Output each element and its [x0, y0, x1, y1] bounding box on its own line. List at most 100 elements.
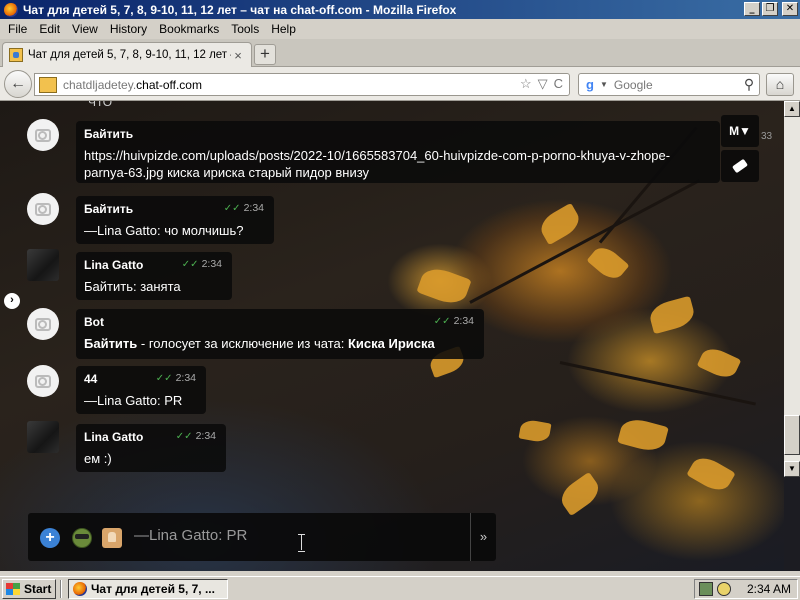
read-check-icon: ✓✓ — [223, 203, 241, 214]
window-title-bar: Чат для детей 5, 7, 8, 9-10, 11, 12 лет … — [0, 0, 800, 19]
vertical-scrollbar[interactable]: ▲ ▼ — [784, 101, 800, 477]
message-time: 2:34 — [453, 315, 474, 327]
menu-help[interactable]: Help — [265, 22, 302, 36]
clear-chat-button[interactable] — [721, 150, 759, 182]
side-tools: M▼ — [721, 115, 759, 185]
message-bubble: Bot ✓✓ 2:34 Байтить - голосует за исключе… — [76, 309, 484, 359]
read-check-icon: ✓✓ — [181, 259, 199, 270]
attach-plus-icon[interactable]: + — [40, 528, 60, 548]
search-bar[interactable]: g ▼ Google ⚲ — [578, 73, 760, 96]
windows-logo-icon — [6, 583, 20, 595]
navigation-bar: ← chatdljadetey. chat-off.com ☆ ▽ C g ▼ G… — [0, 67, 800, 101]
message-composer: + —Lina Gatto: PR » — [28, 513, 496, 561]
bookmark-star-icon[interactable]: ☆ — [520, 76, 532, 92]
vote-user[interactable]: Байтить — [84, 336, 137, 351]
partial-message-text: ЧТО — [88, 101, 113, 109]
message-bubble: 44 ✓✓ 2:34 —Lina Gatto: PR — [76, 366, 206, 414]
message-time: 2:34 — [175, 372, 196, 384]
url-host: chat-off.com — [136, 77, 202, 92]
read-check-icon: ✓✓ — [155, 373, 173, 384]
tab-chat[interactable]: Чат для детей 5, 7, 8, 9-10, 11, 12 лет … — [2, 42, 252, 67]
menu-view[interactable]: View — [66, 22, 104, 36]
message-bubble: Байтить https://huivpizde.com/uploads/po… — [76, 121, 720, 183]
message-time: 2:34 — [243, 202, 264, 214]
message-time: 2:34 — [201, 258, 222, 270]
system-tray: 2:34 AM — [694, 579, 798, 599]
taskbar: Start Чат для детей 5, 7, ... 2:34 AM — [0, 576, 800, 600]
volume-icon[interactable] — [717, 582, 731, 596]
site-favicon-icon — [9, 48, 23, 62]
message-text: —Lina Gatto: PR — [84, 393, 183, 408]
menu-edit[interactable]: Edit — [33, 22, 66, 36]
user-photo-avatar[interactable] — [27, 421, 59, 453]
maximize-button[interactable]: ❐ — [762, 2, 778, 16]
site-identity-icon[interactable] — [39, 76, 57, 93]
new-tab-button[interactable]: + — [254, 44, 276, 65]
message-author[interactable]: Bot — [84, 315, 476, 329]
page-background-strip — [784, 477, 800, 571]
message-text: https://huivpizde.com/uploads/posts/2022… — [84, 148, 671, 180]
engine-dropdown-icon[interactable]: ▼ — [600, 80, 608, 89]
start-button[interactable]: Start — [2, 579, 56, 599]
eraser-icon — [731, 158, 749, 174]
read-check-icon: ✓✓ — [433, 316, 451, 327]
message-text: —Lina Gatto: чо молчишь? — [84, 223, 244, 238]
message-text: Байтить: занята — [84, 279, 181, 294]
window-controls: _ ❐ ✕ — [744, 2, 798, 16]
start-label: Start — [24, 582, 52, 596]
default-avatar-icon[interactable] — [27, 308, 59, 340]
url-dropdown-icon[interactable]: ▽ — [538, 76, 548, 92]
vote-target[interactable]: Киска Ириска — [348, 336, 435, 351]
home-button[interactable]: ⌂ — [766, 73, 794, 96]
mode-dropdown-button[interactable]: M▼ — [721, 115, 759, 147]
message-author[interactable]: Байтить — [84, 127, 712, 141]
menu-history[interactable]: History — [104, 22, 153, 36]
private-lock-icon[interactable] — [102, 528, 122, 548]
scroll-thumb[interactable] — [784, 415, 800, 455]
text-cursor-icon — [298, 534, 306, 552]
message-time: 2:34 — [195, 430, 216, 442]
message-time: 33 — [761, 131, 773, 142]
message-bubble: Lina Gatto ✓✓ 2:34 Байтить: занята — [76, 252, 232, 300]
url-subdomain: chatdljadetey. — [63, 77, 137, 92]
close-button[interactable]: ✕ — [782, 2, 798, 16]
vote-text: - голосует за исключение из чата: — [137, 336, 348, 351]
message-bubble: Lina Gatto ✓✓ 2:34 ем :) — [76, 424, 226, 472]
tab-close-icon[interactable]: × — [231, 48, 245, 63]
menu-bar: File Edit View History Bookmarks Tools H… — [0, 19, 800, 39]
taskbar-item-firefox[interactable]: Чат для детей 5, 7, ... — [68, 579, 228, 599]
url-bar[interactable]: chatdljadetey. chat-off.com ☆ ▽ C — [34, 73, 570, 96]
chat-page: ЧТО Байтить https://huivpizde.com/upload… — [0, 101, 784, 571]
window-title: Чат для детей 5, 7, 8, 9-10, 11, 12 лет … — [23, 2, 457, 17]
scroll-down-icon[interactable]: ▼ — [784, 461, 800, 477]
read-check-icon: ✓✓ — [175, 431, 193, 442]
taskbar-item-label: Чат для детей 5, 7, ... — [91, 582, 215, 596]
network-icon[interactable] — [699, 582, 713, 596]
firefox-logo-icon — [73, 582, 87, 596]
user-photo-avatar[interactable] — [27, 249, 59, 281]
default-avatar-icon[interactable] — [27, 193, 59, 225]
default-avatar-icon[interactable] — [27, 365, 59, 397]
smiley-icon[interactable] — [72, 528, 92, 548]
scroll-up-icon[interactable]: ▲ — [784, 101, 800, 117]
search-icon[interactable]: ⚲ — [739, 76, 759, 93]
minimize-button[interactable]: _ — [744, 2, 760, 16]
message-text: ем :) — [84, 451, 112, 466]
firefox-logo-icon — [4, 2, 18, 17]
reload-icon[interactable]: C — [554, 76, 563, 92]
search-input[interactable]: Google — [614, 78, 739, 92]
tab-bar: Чат для детей 5, 7, 8, 9-10, 11, 12 лет … — [0, 39, 800, 67]
expand-panel-button[interactable]: › — [4, 293, 20, 309]
menu-file[interactable]: File — [2, 22, 33, 36]
google-icon[interactable]: g — [582, 77, 598, 93]
clock[interactable]: 2:34 AM — [747, 582, 791, 596]
menu-bookmarks[interactable]: Bookmarks — [153, 22, 225, 36]
send-button[interactable]: » — [470, 513, 496, 561]
message-text: Байтить - голосует за исключение из чата… — [84, 335, 476, 352]
back-button[interactable]: ← — [4, 70, 32, 98]
message-bubble: Байтить ✓✓ 2:34 —Lina Gatto: чо молчишь? — [76, 196, 274, 244]
tab-label: Чат для детей 5, 7, 8, 9-10, 11, 12 лет … — [28, 49, 231, 61]
menu-tools[interactable]: Tools — [225, 22, 265, 36]
default-avatar-icon[interactable] — [27, 119, 59, 151]
message-input[interactable]: —Lina Gatto: PR — [134, 527, 247, 544]
